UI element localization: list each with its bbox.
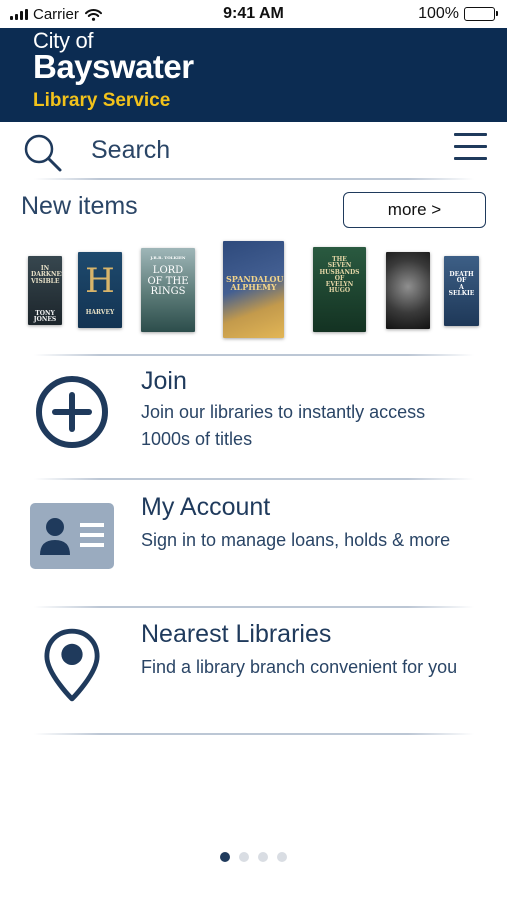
page-dot[interactable] xyxy=(258,852,268,862)
page-dot[interactable] xyxy=(239,852,249,862)
status-bar: Carrier 9:41 AM 100% xyxy=(0,0,507,28)
battery-percent: 100% xyxy=(418,5,459,22)
book-cover[interactable] xyxy=(386,252,430,329)
menu-item-title: Nearest Libraries xyxy=(141,620,332,648)
id-card-icon xyxy=(30,503,114,569)
book-cover[interactable]: J.R.R. TOLKIEN LORD OF THE RINGS xyxy=(141,248,195,332)
battery-icon xyxy=(464,7,498,21)
more-button[interactable]: more > xyxy=(343,192,486,228)
hamburger-menu-icon[interactable] xyxy=(454,132,488,162)
divider xyxy=(34,178,474,180)
brand-subtitle: Library Service xyxy=(33,90,171,111)
plus-circle-icon xyxy=(36,376,108,448)
book-cover[interactable]: H HARVEY xyxy=(78,252,122,328)
search-bar[interactable]: Search xyxy=(0,122,507,180)
search-input[interactable]: Search xyxy=(91,136,170,165)
book-cover[interactable]: DEATH OF A SELKIE xyxy=(444,256,479,326)
menu-item-description: Sign in to manage loans, holds & more xyxy=(141,530,451,550)
book-cover[interactable]: IN DARKNESSVISIBLE TONY JONES xyxy=(28,256,62,325)
menu-item-title: My Account xyxy=(141,493,271,521)
page-dot[interactable] xyxy=(220,852,230,862)
divider xyxy=(34,354,474,356)
status-right: 100% xyxy=(418,5,498,23)
search-icon[interactable] xyxy=(22,132,64,174)
divider xyxy=(34,478,474,480)
book-cover[interactable]: THE SEVEN HUSBANDS OF EVELYN HUGO xyxy=(313,247,366,332)
location-pin-icon xyxy=(44,628,100,702)
divider xyxy=(34,606,474,608)
menu-item-description: Join our libraries to instantly access 1… xyxy=(141,402,426,449)
join-menu-item[interactable]: Join Join our libraries to instantly acc… xyxy=(0,360,507,478)
nearest-libraries-menu-item[interactable]: Nearest Libraries Find a library branch … xyxy=(0,612,507,732)
book-cover[interactable]: SPANDALOUS ALPHEMY xyxy=(223,241,284,338)
menu-item-description: Find a library branch convenient for you xyxy=(141,657,458,677)
divider xyxy=(34,733,474,735)
new-items-heading: New items xyxy=(21,192,138,220)
page-indicator[interactable] xyxy=(0,852,507,862)
page-dot[interactable] xyxy=(277,852,287,862)
my-account-menu-item[interactable]: My Account Sign in to manage loans, hold… xyxy=(0,485,507,605)
menu-item-title: Join xyxy=(141,367,187,395)
brand-name: Bayswater xyxy=(33,48,194,85)
brand-header: City of Bayswater Library Service xyxy=(0,28,507,122)
